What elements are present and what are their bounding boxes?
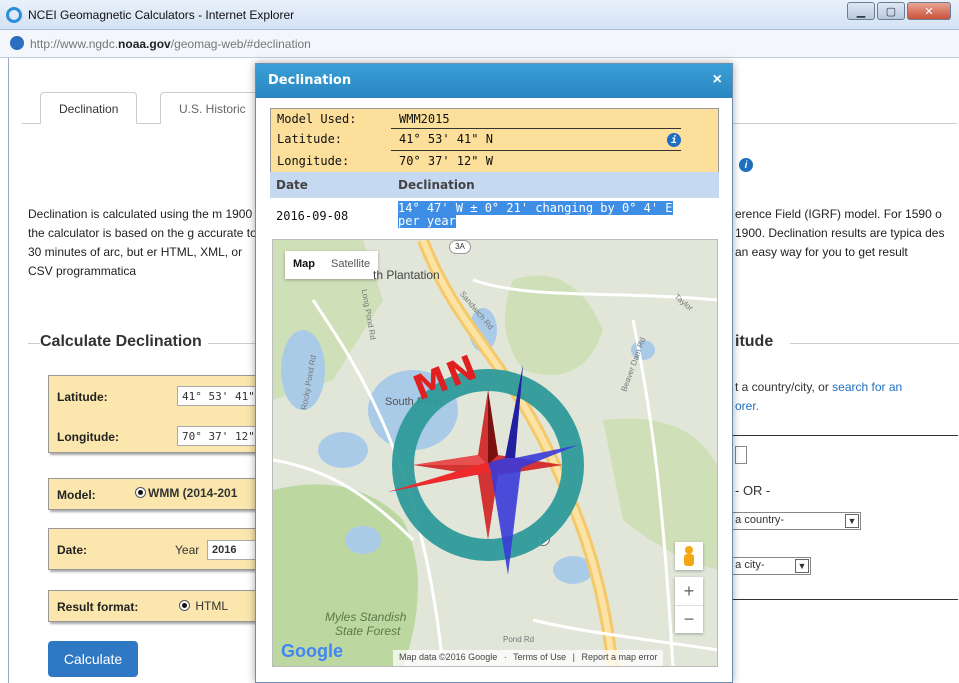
latitude-row: Latitude: 41° 53' 41" N i — [270, 128, 719, 150]
city-select[interactable]: e a city- ▼ — [721, 557, 811, 575]
row-divider — [391, 128, 681, 129]
date-panel: Date: Year 2016 — [48, 528, 259, 570]
google-logo: Google — [281, 641, 343, 661]
or-separator: - OR - — [735, 483, 771, 498]
url-text[interactable]: http://www.ngdc.noaa.gov/geomag-web/#dec… — [30, 37, 311, 51]
window-titlebar: NCEI Geomagnetic Calculators - Internet … — [0, 0, 959, 30]
radio-selected-icon[interactable] — [135, 487, 146, 498]
radio-selected-icon[interactable] — [179, 600, 190, 611]
date-label: Date: — [57, 543, 88, 557]
site-icon — [10, 36, 24, 50]
format-html-radio[interactable]: HTML — [179, 599, 228, 613]
map-type-satellite-button[interactable]: Satellite — [323, 251, 378, 279]
result-latitude-label: Latitude: — [277, 132, 343, 146]
street-view-pegman-icon[interactable] — [675, 542, 703, 570]
terms-of-use-link[interactable]: Terms of Use — [513, 652, 566, 662]
report-map-error-link[interactable]: Report a map error — [581, 652, 657, 662]
row-divider — [391, 150, 681, 151]
coordinates-panel: Latitude: 41° 53' 41" Longitude: 70° 37'… — [48, 375, 259, 453]
declination-map[interactable]: Map Satellite th Plantation 3A South Pon… — [272, 239, 718, 667]
location-selection-box: - OR - e a country- ▼ e a city- ▼ — [720, 435, 958, 600]
model-used-label: Model Used: — [277, 112, 357, 126]
description-text-right: erence Field (IGRF) model. For 1590 o 19… — [735, 207, 945, 259]
dialog-title: Declination — [268, 73, 352, 88]
results-row: 2016-09-08 14° 47' W ± 0° 21' changing b… — [270, 200, 719, 232]
model-panel: Model: WMM (2014-201 — [48, 478, 258, 510]
longitude-row: Longitude: 70° 37' 12" W — [270, 150, 719, 172]
right-instructions: t a country/city, or search for an orer. — [735, 380, 903, 413]
calculate-declination-legend: Calculate Declination — [40, 333, 208, 351]
close-window-button[interactable]: ✕ — [907, 2, 951, 20]
result-longitude-label: Longitude: — [277, 154, 350, 168]
country-select[interactable]: e a country- ▼ — [721, 512, 861, 530]
date-column-header: Date — [276, 178, 308, 192]
model-used-row: Model Used: WMM2015 — [270, 108, 719, 128]
info-icon[interactable]: i — [739, 158, 753, 172]
window-controls: ▁ ▢ ✕ — [847, 2, 951, 20]
calculate-button[interactable]: Calculate — [48, 641, 138, 677]
zoom-control: + − — [675, 577, 703, 633]
route-shield-3a: 3A — [449, 240, 471, 254]
longitude-input[interactable]: 70° 37' 12" — [177, 426, 259, 446]
result-format-panel: Result format: HTML — [48, 590, 258, 622]
model-label: Model: — [57, 488, 96, 502]
tab-us-historic[interactable]: U.S. Historic — [160, 92, 265, 124]
tab-declination[interactable]: Declination — [40, 92, 138, 124]
map-place-label: th Plantation — [373, 268, 440, 282]
declination-column-header: Declination — [398, 178, 475, 192]
window-title: NCEI Geomagnetic Calculators - Internet … — [28, 8, 295, 22]
declination-dialog: Declination × Model Used: WMM2015 Latitu… — [255, 63, 733, 683]
zip-input[interactable] — [735, 446, 747, 464]
result-format-label: Result format: — [57, 600, 139, 614]
compass-rose-icon — [388, 365, 584, 575]
search-link[interactable]: search for an — [832, 380, 902, 394]
result-latitude-value: 41° 53' 41" N — [399, 132, 493, 146]
internet-explorer-icon — [6, 7, 22, 23]
model-radio-option[interactable]: WMM (2014-201 — [135, 486, 237, 500]
result-longitude-value: 70° 37' 12" W — [399, 154, 493, 168]
description-text-left: Declination is calculated using the m 19… — [28, 207, 257, 278]
minimize-button[interactable]: ▁ — [847, 2, 875, 20]
latitude-input[interactable]: 41° 53' 41" — [177, 386, 259, 406]
dialog-header: Declination × — [256, 64, 732, 98]
explorer-link[interactable]: orer. — [735, 399, 759, 413]
chevron-down-icon: ▼ — [795, 559, 809, 573]
year-input[interactable]: 2016 — [207, 540, 259, 560]
longitude-label: Longitude: — [57, 430, 119, 444]
map-type-control: Map Satellite — [285, 251, 379, 279]
result-date: 2016-09-08 — [276, 209, 349, 223]
model-used-value: WMM2015 — [399, 112, 450, 126]
info-icon[interactable]: i — [667, 133, 681, 147]
maximize-button[interactable]: ▢ — [877, 2, 905, 20]
right-fieldset-legend: itude — [735, 333, 780, 351]
result-declination[interactable]: 14° 47' W ± 0° 21' changing by 0° 4' Epe… — [398, 201, 678, 228]
year-label: Year — [175, 543, 200, 557]
address-bar[interactable]: http://www.ngdc.noaa.gov/geomag-web/#dec… — [0, 30, 959, 58]
zoom-in-button[interactable]: + — [675, 577, 703, 605]
fieldset-border-right — [790, 343, 959, 344]
zoom-out-button[interactable]: − — [675, 605, 703, 633]
window-frame — [8, 58, 12, 683]
results-header-row: Date Declination — [270, 172, 719, 198]
map-data-text: Map data ©2016 Google — [399, 652, 498, 662]
map-place-label: State Forest — [335, 624, 401, 638]
map-place-label: Myles Standish — [325, 610, 407, 624]
map-attribution: Map data ©2016 Google · Terms of Use | R… — [393, 650, 664, 666]
latitude-label: Latitude: — [57, 390, 108, 404]
road-label: Pond Rd — [503, 635, 535, 644]
map-type-map-button[interactable]: Map — [285, 251, 323, 279]
chevron-down-icon: ▼ — [845, 514, 859, 528]
dialog-close-button[interactable]: × — [713, 71, 722, 89]
